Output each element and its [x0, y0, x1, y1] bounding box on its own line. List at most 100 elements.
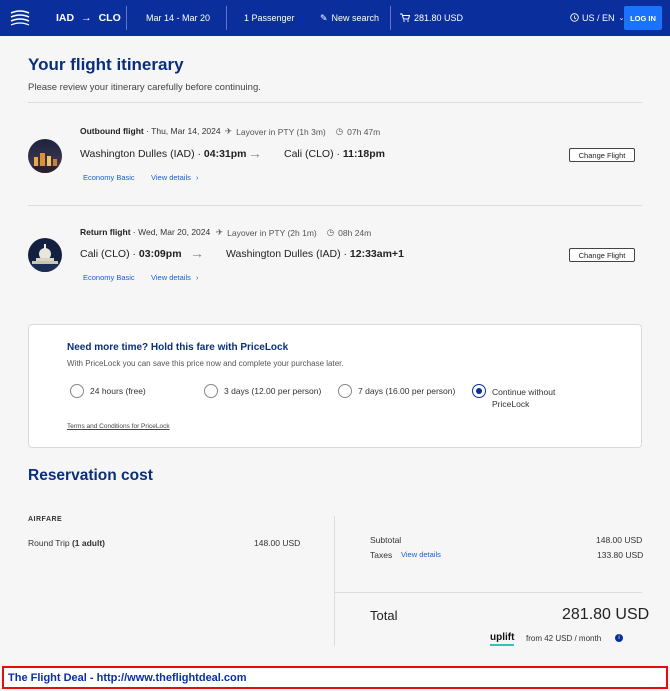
outbound-change-flight-button[interactable]: Change Flight — [569, 148, 635, 162]
return-duration: 08h 24m — [338, 227, 372, 238]
radio-button-selected[interactable] — [472, 384, 486, 398]
header-divider — [226, 6, 227, 30]
pricelock-option-line2: PriceLock — [492, 399, 530, 409]
info-icon[interactable]: i — [615, 634, 623, 642]
return-date: · Wed, Mar 20, 2024 — [132, 227, 211, 237]
plane-icon: ✈ — [225, 126, 233, 136]
outbound-to: Cali (CLO) · — [284, 148, 343, 160]
origin-code: IAD — [56, 12, 75, 24]
locale-selector[interactable]: US / EN ⌄ — [570, 0, 624, 36]
pricelock-option-label: Continue without PriceLock — [492, 384, 555, 410]
return-layover-text: Layover in PTY (2h 1m) — [227, 227, 317, 238]
right-arrow-icon: → — [248, 145, 262, 161]
plane-icon: ✈ — [216, 227, 224, 237]
city-night-image — [28, 139, 62, 173]
return-details-link[interactable]: View details › — [151, 273, 198, 282]
pricelock-option-3days[interactable]: 3 days (12.00 per person) — [204, 384, 321, 398]
outbound-details-link[interactable]: View details › — [151, 173, 198, 182]
return-fare-link[interactable]: Economy Basic — [83, 273, 135, 282]
divider — [334, 592, 642, 593]
total-value: 281.80 USD — [562, 606, 650, 623]
outbound-arrival: Cali (CLO) · 11:18pm — [284, 148, 385, 160]
outbound-dep-time: 04:31pm — [203, 148, 247, 160]
return-change-flight-button[interactable]: Change Flight — [569, 248, 635, 262]
airline-logo-icon[interactable] — [6, 0, 34, 36]
right-arrow-icon: → — [190, 245, 204, 261]
chevron-right-icon: › — [195, 173, 199, 182]
round-trip-pax: (1 adult) — [71, 538, 106, 548]
return-from: Cali (CLO) · — [80, 248, 139, 260]
right-arrow-icon: → — [81, 12, 92, 24]
outbound-heading: Outbound flight · Thu, Mar 14, 2024 — [80, 126, 221, 136]
taxes-label: Taxes — [370, 550, 393, 560]
capitol-night-image — [28, 238, 62, 272]
chevron-right-icon: › — [195, 273, 199, 282]
pricelock-option-7days[interactable]: 7 days (16.00 per person) — [338, 384, 455, 398]
pricelock-option-label: 24 hours (free) — [90, 386, 146, 396]
pricelock-subtitle: With PriceLock you can save this price n… — [67, 359, 344, 368]
return-to: Washington Dulles (IAD) · — [226, 248, 350, 260]
pricelock-terms-link[interactable]: Terms and Conditions for PriceLock — [67, 423, 170, 430]
route-summary[interactable]: IAD → CLO — [56, 0, 121, 36]
travel-dates[interactable]: Mar 14 - Mar 20 — [146, 0, 210, 36]
return-arr-time: 12:33am+1 — [349, 248, 404, 260]
pricelock-option-line1: Continue without — [492, 387, 556, 397]
reservation-title: Reservation cost — [28, 467, 153, 484]
pricelock-option-label: 7 days (16.00 per person) — [358, 386, 456, 396]
globe-icon — [570, 12, 579, 24]
pricelock-title: Need more time? Hold this fare with Pric… — [67, 342, 289, 353]
login-button[interactable]: LOG IN — [624, 6, 662, 30]
return-arrival: Washington Dulles (IAD) · 12:33am+1 — [226, 248, 404, 260]
cart-icon — [400, 13, 411, 24]
pricelock-option-continue-without[interactable]: Continue without PriceLock — [472, 384, 555, 410]
taxes-value: 133.80 USD — [597, 550, 644, 560]
divider — [28, 102, 642, 103]
airfare-caption: AIRFARE — [28, 516, 63, 523]
pricelock-option-24h[interactable]: 24 hours (free) — [70, 384, 146, 398]
outbound-layover-text: Layover in PTY (1h 3m) — [236, 126, 326, 137]
locale-label: US / EN — [582, 13, 615, 23]
radio-button[interactable] — [70, 384, 84, 398]
return-layover: ✈ Layover in PTY (2h 1m) ◷ 08h 24m — [216, 227, 371, 238]
pencil-icon: ✎ — [320, 12, 328, 23]
uplift-monthly-text: from 42 USD / month — [526, 634, 602, 643]
return-label: Return flight — [80, 227, 131, 237]
header-divider — [390, 6, 391, 30]
clock-icon: ◷ — [326, 227, 335, 237]
radio-button[interactable] — [204, 384, 218, 398]
uplift-underline — [490, 644, 514, 646]
total-label: Total — [370, 608, 398, 623]
subtotal-label: Subtotal — [370, 535, 402, 545]
flight-deal-banner: The Flight Deal - http://www.theflightde… — [2, 666, 668, 689]
return-dep-time: 03:09pm — [138, 248, 182, 260]
outbound-label: Outbound flight — [80, 126, 144, 136]
outbound-from: Washington Dulles (IAD) · — [80, 148, 204, 160]
uplift-logo: uplift — [490, 632, 515, 643]
round-trip-amount: 148.00 USD — [254, 538, 301, 548]
taxes-details-link[interactable]: View details — [401, 550, 441, 559]
outbound-date: · Thu, Mar 14, 2024 — [146, 126, 221, 136]
passenger-count[interactable]: 1 Passenger — [244, 0, 295, 36]
new-search-label: New search — [331, 13, 380, 23]
cart-summary[interactable]: 281.80 USD — [400, 0, 463, 36]
outbound-layover: ✈ Layover in PTY (1h 3m) ◷ 07h 47m — [225, 126, 380, 137]
subtotal-value: 148.00 USD — [596, 535, 643, 545]
return-departure: Cali (CLO) · 03:09pm — [80, 248, 182, 260]
pricelock-panel: Need more time? Hold this fare with Pric… — [28, 324, 642, 448]
destination-code: CLO — [98, 12, 121, 24]
new-search-button[interactable]: ✎ New search — [320, 0, 379, 36]
outbound-fare-link[interactable]: Economy Basic — [83, 173, 135, 182]
outbound-details-label: View details — [151, 173, 191, 182]
header-divider — [126, 6, 127, 30]
outbound-arr-time: 11:18pm — [342, 148, 385, 160]
cart-total: 281.80 USD — [414, 13, 464, 23]
radio-button[interactable] — [338, 384, 352, 398]
outbound-departure: Washington Dulles (IAD) · 04:31pm — [80, 148, 247, 160]
outbound-duration: 07h 47m — [347, 126, 381, 137]
divider — [334, 516, 335, 646]
clock-icon: ◷ — [335, 126, 344, 136]
divider — [28, 205, 642, 206]
return-heading: Return flight · Wed, Mar 20, 2024 — [80, 227, 210, 237]
page-subtitle: Please review your itinerary carefully b… — [28, 82, 261, 93]
return-details-label: View details — [151, 273, 191, 282]
